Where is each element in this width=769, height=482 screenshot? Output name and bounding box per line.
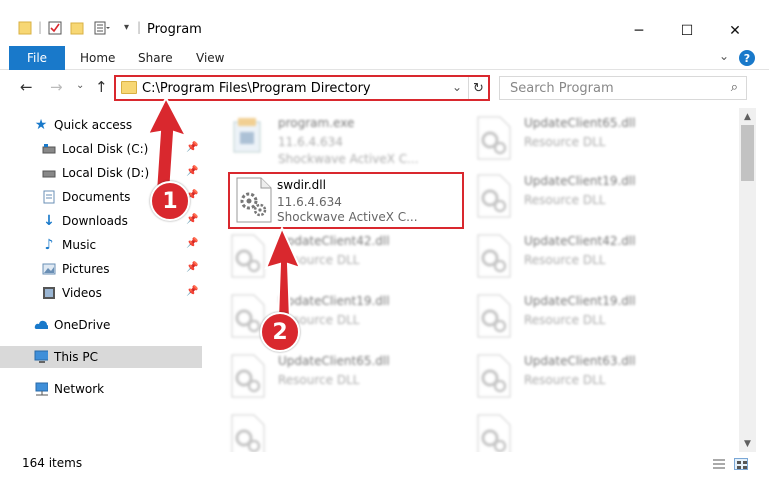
tab-share[interactable]: Share [138,51,173,65]
ribbon-tabs: File Home Share View ⌄ ? [0,46,769,70]
dll-file-icon [477,354,511,398]
file-type: 11.6.4.634 [278,135,343,149]
star-icon: ★ [34,117,48,133]
file-type: Resource DLL [524,313,606,327]
dropdown-arrow-icon[interactable]: ▾ [124,22,129,33]
file-type: Resource DLL [524,135,606,149]
download-icon: ↓ [43,213,55,229]
disk-icon [42,144,56,154]
step-badge-2: 2 [260,312,300,352]
back-arrow-icon[interactable]: ← [20,78,33,96]
dll-file-icon [236,177,272,223]
pictures-icon [42,263,56,275]
file-name: swdir.dll [277,178,326,192]
file-name: UpdateClient65.dll [524,116,636,130]
file-tile[interactable]: UpdateClient65.dll Resource DLL [228,352,464,410]
maximize-button[interactable]: ☐ [664,20,710,42]
status-bar: 164 items [0,452,769,482]
dll-file-icon [477,174,511,218]
highlighted-file-tile[interactable]: swdir.dll 11.6.4.634 Shockwave ActiveX C… [228,172,464,229]
network-icon [35,382,48,396]
folder-icon [18,21,32,35]
sidebar-item-music[interactable]: ♪ Music 📌 [0,234,202,256]
details-view-icon[interactable] [712,458,726,470]
sidebar-item-this-pc[interactable]: This PC [0,346,202,368]
tab-view[interactable]: View [196,51,224,65]
file-type: Resource DLL [524,253,606,267]
folder-icon [121,81,137,94]
search-box[interactable]: Search Program ⌕ [499,76,747,100]
address-path[interactable]: C:\Program Files\Program Directory [142,81,371,96]
exe-file-icon [233,118,261,153]
chevron-down-icon[interactable]: ⌄ [719,49,729,63]
file-version: 11.6.4.634 [277,195,342,209]
up-arrow-icon[interactable]: ↑ [95,78,108,96]
title-bar: | ▾ | Program ─ ☐ ✕ [0,0,769,44]
dll-file-icon [477,414,511,452]
music-icon: ♪ [44,237,54,253]
file-name: UpdateClient19.dll [524,174,636,188]
pin-icon[interactable]: 📌 [186,238,198,249]
file-tile[interactable]: UpdateClient65.dll Resource DLL [474,114,710,172]
file-name: UpdateClient42.dll [524,234,636,248]
pin-icon[interactable]: 📌 [186,286,198,297]
tab-home[interactable]: Home [80,51,115,65]
file-name: UpdateClient63.dll [524,354,636,368]
disk-icon [42,170,56,178]
file-tile[interactable]: UpdateClient19.dll Resource DLL [474,292,710,350]
annotation-arrow-2 [264,225,302,321]
cloud-icon [34,320,48,329]
pin-icon[interactable]: 📌 [186,214,198,225]
minimize-button[interactable]: ─ [616,20,662,42]
scroll-up-icon[interactable]: ▲ [739,108,756,125]
file-description: Shockwave ActiveX C... [278,152,419,166]
refresh-icon[interactable]: ↻ [468,77,488,99]
vertical-scrollbar[interactable]: ▲ ▼ [739,108,756,452]
scrollbar-thumb[interactable] [741,125,754,181]
close-button[interactable]: ✕ [712,20,758,42]
item-count: 164 items [22,456,83,470]
sidebar-item-videos[interactable]: Videos 📌 [0,282,202,304]
tiles-view-icon[interactable] [734,458,748,470]
file-name: UpdateClient19.dll [524,294,636,308]
file-tile[interactable]: program.exe 11.6.4.634 Shockwave ActiveX C… [228,114,464,172]
navigation-bar: ← → ⌄ ↑ C:\Program Files\Program Directo… [0,72,769,104]
file-description: Shockwave ActiveX C... [277,210,418,224]
recent-locations-icon[interactable]: ⌄ [76,80,84,91]
customize-toolbar-icon[interactable] [94,21,110,35]
dll-file-icon [231,354,265,398]
dll-file-icon [477,294,511,338]
properties-icon[interactable] [48,21,62,35]
sidebar-item-onedrive[interactable]: OneDrive [0,314,202,336]
sidebar-item-pictures[interactable]: Pictures 📌 [0,258,202,280]
window-title: Program [147,22,202,37]
search-icon[interactable]: ⌕ [731,80,738,95]
chevron-down-icon[interactable]: ⌄ [452,80,462,94]
file-type: Resource DLL [524,193,606,207]
file-type: Resource DLL [524,373,606,387]
new-folder-icon[interactable] [70,21,84,35]
tab-file[interactable]: File [9,46,65,70]
file-tile[interactable]: UpdateClient63.dll Resource DLL [474,352,710,410]
file-tile[interactable] [228,412,464,452]
dll-file-icon [477,116,511,160]
file-type: Resource DLL [278,373,360,387]
dll-file-icon [231,414,265,452]
computer-icon [34,350,48,363]
file-name: UpdateClient65.dll [278,354,390,368]
search-input[interactable]: Search Program [510,81,614,96]
file-tile[interactable] [474,412,710,452]
dll-file-icon [477,234,511,278]
step-badge-1: 1 [150,181,190,221]
pin-icon[interactable]: 📌 [186,262,198,273]
file-name: program.exe [278,116,355,130]
file-tile[interactable]: UpdateClient42.dll Resource DLL [474,232,710,290]
file-tile[interactable]: UpdateClient19.dll Resource DLL [474,172,710,230]
forward-arrow-icon[interactable]: → [50,78,63,96]
help-button[interactable]: ? [739,50,755,66]
videos-icon [43,287,55,299]
scroll-down-icon[interactable]: ▼ [739,435,756,452]
documents-icon [43,190,55,204]
sidebar-item-network[interactable]: Network [0,378,202,400]
